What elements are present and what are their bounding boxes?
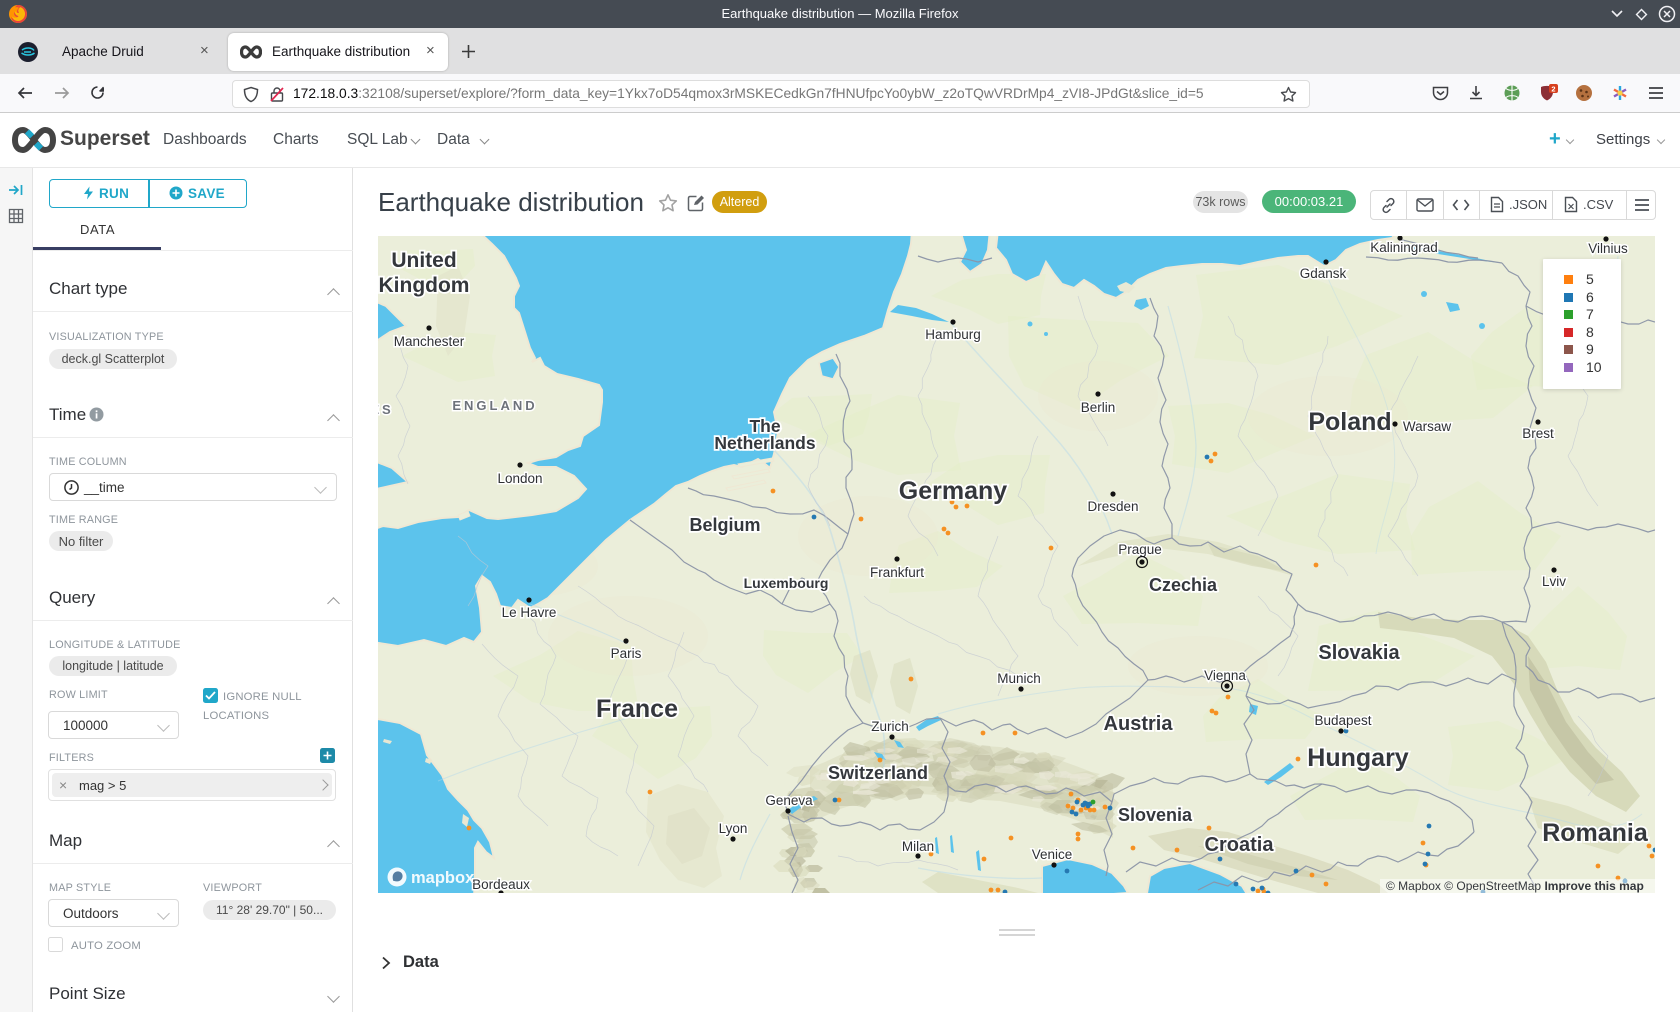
svg-text:Venice: Venice [1032,847,1073,862]
svg-text:Luxembourg: Luxembourg [744,575,829,591]
svg-text:Czechia: Czechia [1149,575,1218,595]
svg-text:Paris: Paris [611,646,642,661]
svg-text:Lviv: Lviv [1542,574,1566,589]
svg-text:Kingdom: Kingdom [379,274,470,297]
svg-text:Romania: Romania [1542,819,1649,847]
svg-text:Poland: Poland [1308,408,1391,436]
svg-text:Austria: Austria [1104,713,1174,735]
svg-text:Geneva: Geneva [765,793,813,808]
svg-text:Croatia: Croatia [1205,834,1275,856]
svg-text:5: 5 [1586,271,1594,287]
svg-text:Brest: Brest [1522,426,1554,441]
svg-text:© Mapbox © OpenStreetMap Impro: © Mapbox © OpenStreetMap Improve this ma… [1386,879,1644,893]
svg-text:Slovenia: Slovenia [1118,805,1193,825]
svg-text:Bordeaux: Bordeaux [472,877,530,892]
svg-text:ENGLAND: ENGLAND [452,398,537,413]
svg-text:Zurich: Zurich [871,719,909,734]
svg-text:Berlin: Berlin [1081,400,1116,415]
svg-text:mapbox: mapbox [411,869,475,887]
svg-text:10: 10 [1586,359,1602,375]
svg-text:8: 8 [1586,324,1594,340]
svg-text:2: 2 [1551,84,1555,93]
svg-text:Budapest: Budapest [1314,713,1371,728]
svg-text:9: 9 [1586,341,1594,357]
svg-text:Hamburg: Hamburg [925,327,981,342]
svg-text:Switzerland: Switzerland [828,763,928,783]
svg-text:Vilnius: Vilnius [1588,241,1628,256]
svg-text:6: 6 [1586,289,1594,305]
svg-text:Lyon: Lyon [719,821,748,836]
svg-text:Netherlands: Netherlands [714,433,815,453]
svg-text:Kaliningrad: Kaliningrad [1370,240,1438,255]
svg-text:Munich: Munich [997,671,1041,686]
svg-text:7: 7 [1586,306,1594,322]
svg-text:Warsaw: Warsaw [1403,419,1452,434]
svg-text:France: France [596,695,678,723]
svg-text:Gdansk: Gdansk [1300,266,1347,281]
svg-text:Dresden: Dresden [1087,499,1138,514]
svg-text:United: United [391,249,456,272]
svg-text:Prague: Prague [1118,542,1162,557]
svg-text:Belgium: Belgium [689,515,760,535]
svg-text:Slovakia: Slovakia [1318,642,1400,664]
svg-text:Manchester: Manchester [394,334,465,349]
svg-text:Germany: Germany [899,477,1007,505]
svg-text:Hungary: Hungary [1307,744,1409,772]
svg-text:ES: ES [378,402,394,417]
svg-text:Frankfurt: Frankfurt [870,565,924,580]
svg-text:London: London [497,471,542,486]
svg-text:Le Havre: Le Havre [502,605,557,620]
svg-text:Milan: Milan [902,839,934,854]
